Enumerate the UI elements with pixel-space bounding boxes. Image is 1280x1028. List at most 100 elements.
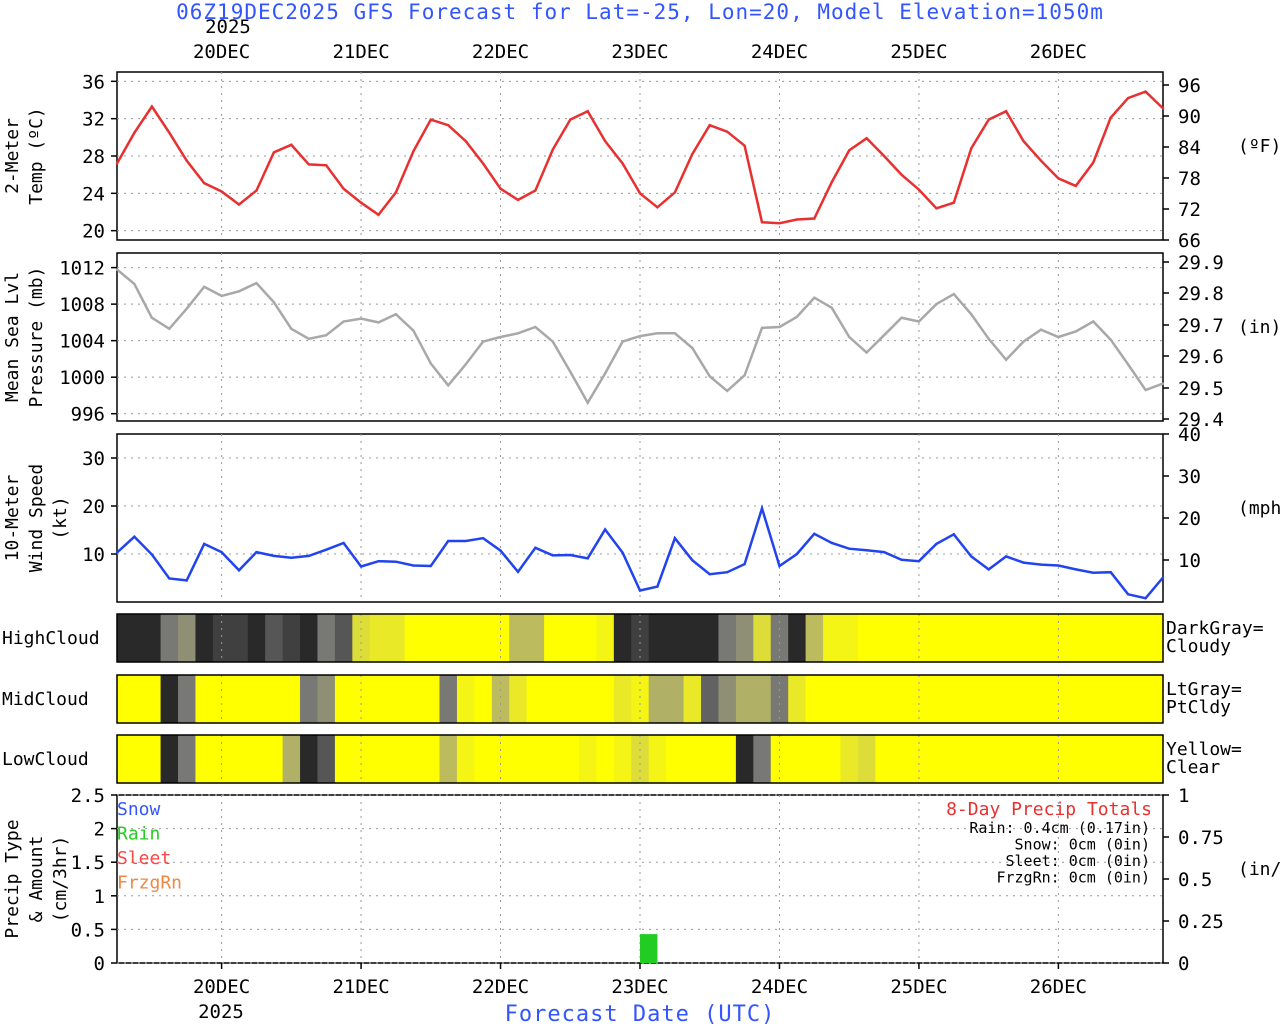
wind-data-point (638, 589, 642, 592)
pressure-data-point (464, 363, 467, 366)
pressure-data-point (168, 327, 171, 330)
cloud-cell (1154, 675, 1164, 723)
precipitation-ylabel: & Amount (26, 836, 47, 923)
cloud-cell (666, 675, 685, 723)
pressure-data-point (1092, 320, 1095, 323)
wind-ylabel: 10-Meter (2, 474, 23, 561)
wind-data-point (970, 555, 973, 558)
pressure-ylabel: Mean Sea Lvl (2, 272, 23, 402)
right-tick-label: 72 (1178, 199, 1201, 221)
wind-data-point (1092, 571, 1095, 574)
cloud-cell (857, 735, 876, 783)
temperature-data-point (115, 162, 119, 165)
pressure-data-point (1161, 382, 1165, 385)
cloud-cell (178, 614, 196, 662)
temperature-data-point (133, 131, 136, 134)
temperature-data-point (813, 217, 816, 220)
left-tick-label: 10 (82, 544, 105, 566)
cloud-cell (1067, 675, 1086, 723)
left-tick-label: 996 (71, 404, 105, 426)
precipitation-ylabel: Precip Type (2, 819, 23, 938)
temperature-data-point (481, 162, 485, 165)
right-tick-label: 29.8 (1178, 283, 1224, 305)
cloud-cell (387, 675, 406, 723)
pressure-data-point (882, 333, 886, 337)
temperature-data-point (290, 143, 293, 146)
precipitation-ylabel: (cm/3hr) (50, 836, 71, 923)
cloud-cell (805, 614, 824, 662)
right-tick-label: 1 (1178, 785, 1189, 807)
cloud-row-label: MidCloud (2, 689, 89, 710)
cloud-cell (561, 735, 580, 783)
wind-data-point (220, 550, 223, 554)
cloud-cell (596, 675, 615, 723)
pressure-data-point (185, 307, 188, 310)
cloud-legend-line: PtCldy (1166, 697, 1231, 718)
bottom-date-label: 23DEC (611, 976, 668, 998)
wind-data-point (481, 536, 485, 540)
precip-total-line: Sleet: 0cm (0in) (1006, 852, 1151, 870)
pressure-right-unit: (in) (1238, 317, 1280, 338)
cloud-cell (718, 735, 737, 783)
top-date-label: 20DEC (193, 41, 250, 63)
bottom-date-label: 25DEC (890, 976, 947, 998)
cloud-cell (509, 675, 528, 723)
cloud-cell (735, 735, 754, 783)
pressure-data-point (429, 362, 432, 365)
pressure-data-point (133, 282, 136, 286)
right-tick-label: 29.7 (1178, 315, 1224, 337)
bottom-date-label: 24DEC (751, 976, 808, 998)
wind-data-point (325, 548, 328, 551)
cloud-cell (300, 675, 318, 723)
right-tick-label: 90 (1178, 106, 1201, 128)
temperature-data-point (1022, 139, 1025, 143)
temperature-data-point (220, 190, 223, 193)
pressure-data-point (865, 351, 868, 354)
cloud-cell (474, 675, 493, 723)
cloud-cell (613, 614, 632, 662)
cloud-cell (526, 735, 545, 783)
temperature-data-point (534, 189, 537, 192)
wind-data-point (1039, 563, 1043, 566)
wind-data-point (691, 559, 694, 562)
left-tick-label: 2.5 (71, 785, 105, 807)
wind-data-point (656, 585, 659, 588)
cloud-cell (422, 735, 441, 783)
left-tick-label: 1012 (59, 258, 105, 280)
cloud-cell (1154, 735, 1164, 783)
pressure-data-point (621, 340, 624, 343)
cloud-cell (875, 614, 894, 662)
cloud-cell (578, 735, 597, 783)
cloud-cell (892, 675, 911, 723)
temperature-data-point (638, 192, 642, 195)
left-tick-label: 0.5 (71, 919, 105, 941)
pressure-data-point (743, 374, 746, 377)
wind-data-point (795, 552, 799, 556)
bottom-date-label: 26DEC (1030, 976, 1087, 998)
temperature-data-point (569, 118, 572, 121)
cloud-cell (160, 614, 179, 662)
temperature-data-point (202, 181, 206, 185)
pressure-data-point (603, 372, 607, 375)
left-tick-label: 1000 (59, 367, 105, 389)
wind-data-point (1057, 564, 1060, 567)
cloud-cell (387, 614, 406, 662)
wind-data-point (1126, 593, 1130, 596)
cloud-cell (439, 614, 458, 662)
temperature-data-point (412, 150, 415, 153)
temperature-data-point (725, 130, 729, 133)
cloud-cell (1101, 735, 1120, 783)
pressure-data-point (638, 334, 642, 338)
cloud-cell (404, 614, 423, 662)
right-tick-label: 66 (1178, 230, 1201, 252)
wind-data-point (935, 542, 938, 546)
cloud-cell (753, 614, 772, 662)
cloud-cell (422, 675, 441, 723)
cloud-cell (230, 735, 249, 783)
wind-data-point (307, 554, 310, 558)
cloud-cell (439, 675, 458, 723)
temperature-data-point (185, 159, 188, 162)
cloud-cell (317, 614, 336, 662)
cloud-cell (1014, 735, 1033, 783)
pressure-data-point (1039, 328, 1043, 331)
